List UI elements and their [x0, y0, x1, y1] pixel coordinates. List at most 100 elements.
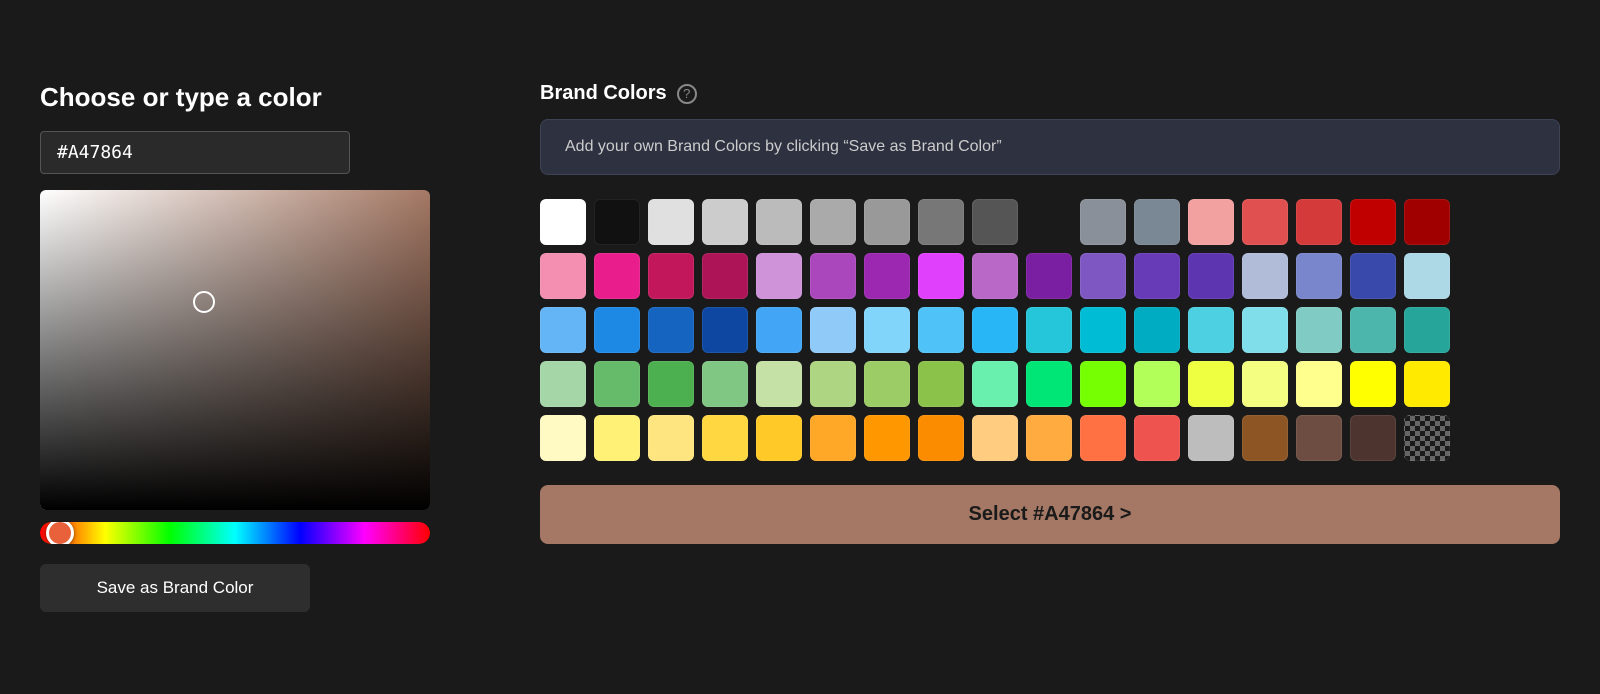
swatch-slate2[interactable]: [1296, 253, 1342, 299]
swatch-red2[interactable]: [1296, 199, 1342, 245]
swatch-purple5[interactable]: [972, 253, 1018, 299]
swatch-bluegray2[interactable]: [1134, 199, 1180, 245]
swatch-blue5[interactable]: [756, 307, 802, 353]
swatch-yellow3[interactable]: [1296, 361, 1342, 407]
swatch-lgr4[interactable]: [918, 361, 964, 407]
swatch-orange3[interactable]: [918, 415, 964, 461]
color-row-4: [540, 361, 1560, 407]
swatch-purple4[interactable]: [918, 253, 964, 299]
swatch-deeporange1[interactable]: [1080, 415, 1126, 461]
swatch-red4[interactable]: [1404, 199, 1450, 245]
swatch-gray5[interactable]: [864, 199, 910, 245]
swatch-lgr2[interactable]: [810, 361, 856, 407]
swatch-amber1[interactable]: [648, 415, 694, 461]
swatch-red3[interactable]: [1350, 199, 1396, 245]
hex-input[interactable]: [40, 131, 350, 174]
swatch-cyan7[interactable]: [1242, 307, 1288, 353]
swatch-indigo2[interactable]: [1134, 253, 1180, 299]
swatch-green3[interactable]: [648, 361, 694, 407]
swatch-yellow5[interactable]: [1404, 361, 1450, 407]
swatch-gray7[interactable]: [972, 199, 1018, 245]
help-icon[interactable]: ?: [677, 84, 697, 104]
save-brand-color-button[interactable]: Save as Brand Color: [40, 564, 310, 612]
swatch-gray1[interactable]: [648, 199, 694, 245]
swatch-blue2[interactable]: [594, 307, 640, 353]
swatch-blue-dark[interactable]: [1350, 253, 1396, 299]
swatch-orange2[interactable]: [864, 415, 910, 461]
swatch-yllw2[interactable]: [594, 415, 640, 461]
swatch-purple2[interactable]: [810, 253, 856, 299]
swatch-teal3[interactable]: [1404, 307, 1450, 353]
swatch-gray4[interactable]: [810, 199, 856, 245]
swatch-cyan5[interactable]: [1134, 307, 1180, 353]
swatch-pink-light[interactable]: [1188, 199, 1234, 245]
swatch-green4[interactable]: [702, 361, 748, 407]
page-title: Choose or type a color: [40, 82, 480, 113]
hex-input-wrapper: [40, 131, 480, 174]
swatch-peach1[interactable]: [972, 415, 1018, 461]
swatch-gray2[interactable]: [702, 199, 748, 245]
swatch-cyan1[interactable]: [918, 307, 964, 353]
swatch-amber2[interactable]: [702, 415, 748, 461]
swatch-purple3[interactable]: [864, 253, 910, 299]
color-row-3: [540, 307, 1560, 353]
swatch-cyan4[interactable]: [1080, 307, 1126, 353]
swatch-blue3[interactable]: [648, 307, 694, 353]
swatch-white[interactable]: [540, 199, 586, 245]
swatch-gray3[interactable]: [756, 199, 802, 245]
swatch-lgr1[interactable]: [756, 361, 802, 407]
swatch-silvergray[interactable]: [1188, 415, 1234, 461]
left-panel: Choose or type a color Save as Brand Col…: [40, 82, 480, 612]
swatch-red1[interactable]: [1242, 199, 1288, 245]
swatch-green1[interactable]: [540, 361, 586, 407]
swatch-green2[interactable]: [594, 361, 640, 407]
swatch-teal2[interactable]: [1350, 307, 1396, 353]
swatch-peach2[interactable]: [1026, 415, 1072, 461]
swatch-indigo3[interactable]: [1188, 253, 1234, 299]
swatch-light-blue[interactable]: [1404, 253, 1450, 299]
swatch-blue6[interactable]: [810, 307, 856, 353]
color-picker-area[interactable]: [40, 190, 430, 510]
brand-colors-hint: Add your own Brand Colors by clicking “S…: [540, 119, 1560, 175]
swatch-pink2[interactable]: [594, 253, 640, 299]
swatch-yllw1[interactable]: [540, 415, 586, 461]
swatch-bluegray1[interactable]: [1080, 199, 1126, 245]
select-color-button[interactable]: Select #A47864 >: [540, 485, 1560, 544]
swatch-lime1[interactable]: [972, 361, 1018, 407]
swatch-brown2[interactable]: [1296, 415, 1342, 461]
swatch-brown3[interactable]: [1350, 415, 1396, 461]
swatch-slate1[interactable]: [1242, 253, 1288, 299]
swatch-cyan2[interactable]: [972, 307, 1018, 353]
swatch-purple6[interactable]: [1026, 253, 1072, 299]
swatch-deeporange2[interactable]: [1134, 415, 1180, 461]
swatch-teal1[interactable]: [1296, 307, 1342, 353]
swatch-orange1[interactable]: [810, 415, 856, 461]
swatch-transparent[interactable]: [1404, 415, 1450, 461]
swatch-pink1[interactable]: [540, 253, 586, 299]
swatch-gray6[interactable]: [918, 199, 964, 245]
swatch-blue7[interactable]: [864, 307, 910, 353]
brand-colors-header: Brand Colors ?: [540, 82, 1560, 105]
swatch-amber3[interactable]: [756, 415, 802, 461]
swatch-brown1[interactable]: [1242, 415, 1288, 461]
swatch-yellow2[interactable]: [1242, 361, 1288, 407]
swatch-lime4[interactable]: [1134, 361, 1180, 407]
color-picker-container: Choose or type a color Save as Brand Col…: [40, 82, 1560, 612]
swatch-lgr3[interactable]: [864, 361, 910, 407]
color-row-2: [540, 253, 1560, 299]
swatch-pink4[interactable]: [702, 253, 748, 299]
swatch-pink3[interactable]: [648, 253, 694, 299]
swatch-indigo1[interactable]: [1080, 253, 1126, 299]
swatch-cyan6[interactable]: [1188, 307, 1234, 353]
swatch-yellow4[interactable]: [1350, 361, 1396, 407]
hue-slider[interactable]: [40, 522, 430, 544]
swatch-black[interactable]: [594, 199, 640, 245]
swatch-purple1[interactable]: [756, 253, 802, 299]
swatch-lime3[interactable]: [1080, 361, 1126, 407]
swatch-lime2[interactable]: [1026, 361, 1072, 407]
brand-colors-title: Brand Colors: [540, 82, 667, 105]
swatch-blue4[interactable]: [702, 307, 748, 353]
swatch-cyan3[interactable]: [1026, 307, 1072, 353]
swatch-yellow1[interactable]: [1188, 361, 1234, 407]
swatch-blue1[interactable]: [540, 307, 586, 353]
